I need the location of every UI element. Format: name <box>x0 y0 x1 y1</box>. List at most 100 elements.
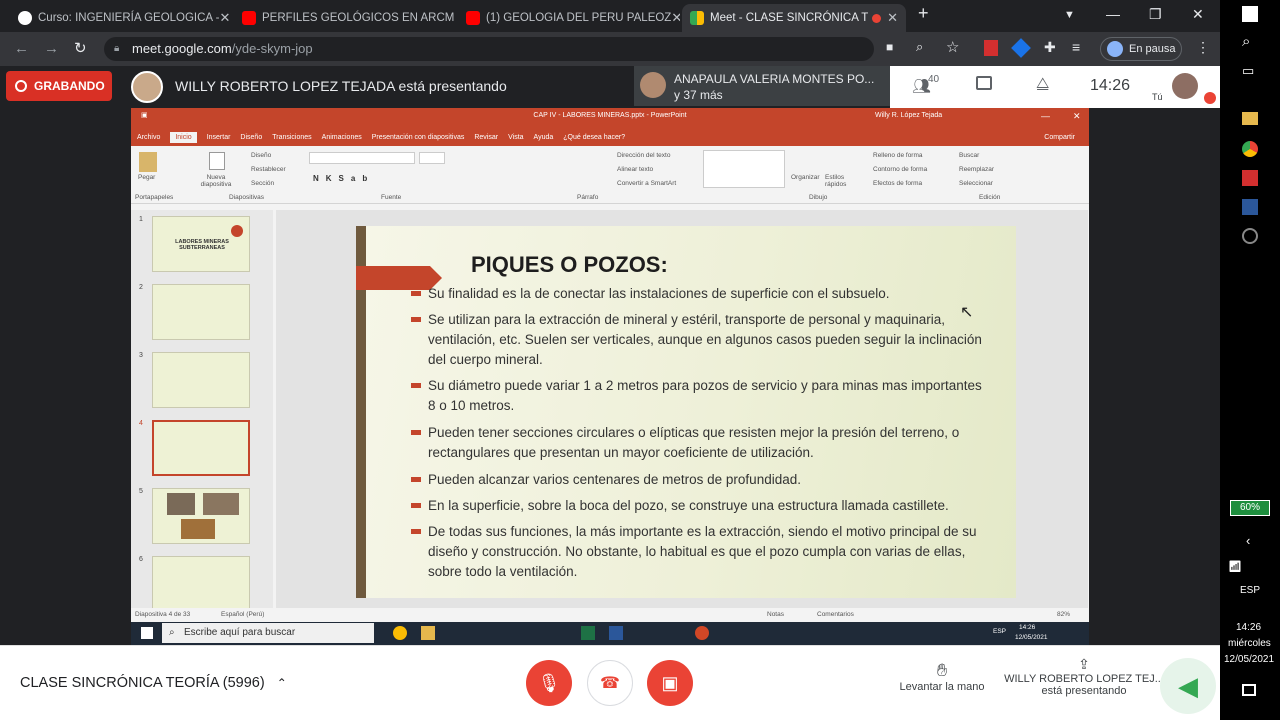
current-slide[interactable]: PIQUES O POZOS: Su finalidad es la de co… <box>356 226 1016 598</box>
new-tab-button[interactable]: + <box>918 3 929 24</box>
menu-diseno[interactable]: Diseño <box>240 134 262 141</box>
smartart-button[interactable]: Convertir a SmartArt <box>617 180 676 187</box>
chrome-icon[interactable] <box>393 626 407 640</box>
browser-tab[interactable]: PERFILES GEOLÓGICOS EN ARCM ✕ <box>234 4 456 32</box>
search-icon[interactable]: ⌕ <box>1242 33 1250 50</box>
close-icon[interactable]: ✕ <box>220 10 231 26</box>
pdf-reader-icon[interactable] <box>1242 170 1258 186</box>
task-view-icon[interactable]: ▭ <box>1242 63 1254 79</box>
comments-button[interactable]: Comentarios <box>817 611 854 618</box>
minimize-button[interactable]: — <box>1041 108 1050 124</box>
profile-button[interactable]: En pausa <box>1100 37 1182 61</box>
browser-tab[interactable]: Curso: INGENIERÍA GEOLOGICA - ✕ <box>10 4 232 32</box>
new-slide-label[interactable]: Nueva diapositiva <box>191 174 241 188</box>
tray-language[interactable]: ESP <box>1240 585 1260 596</box>
excel-icon[interactable] <box>581 626 595 640</box>
restore-button[interactable]: ❐ <box>1149 6 1162 23</box>
menu-animaciones[interactable]: Animaciones <box>322 134 362 141</box>
word-icon[interactable] <box>609 626 623 640</box>
menu-ayuda[interactable]: Ayuda <box>534 134 554 141</box>
slide-thumbnail[interactable]: LABORES MINERAS SUBTERRANEAS <box>152 216 250 272</box>
notification-center-icon[interactable] <box>1242 684 1256 696</box>
extension-icon[interactable] <box>1011 38 1031 58</box>
bookmark-star-icon[interactable]: ☆ <box>946 38 959 56</box>
slide-thumbnail[interactable] <box>152 352 250 408</box>
folder-icon[interactable] <box>421 626 435 640</box>
back-arrow-icon[interactable]: ← <box>14 40 29 57</box>
menu-insertar[interactable]: Insertar <box>207 134 231 141</box>
font-name-select[interactable] <box>309 152 415 164</box>
raise-hand-button[interactable]: ✋︎ Levantar la mano <box>890 660 994 693</box>
share-button[interactable]: Compartir <box>1044 134 1075 141</box>
chrome-icon[interactable] <box>1242 141 1258 157</box>
align-text-button[interactable]: Alinear texto <box>617 166 653 173</box>
close-window-button[interactable]: ✕ <box>1192 6 1204 23</box>
quick-styles-button[interactable]: Estilos rápidos <box>825 174 859 188</box>
menu-dots-icon[interactable]: ⋮ <box>1196 39 1210 56</box>
participant-notification[interactable]: ANAPAULA VALERIA MONTES PO... y 37 más <box>634 66 890 106</box>
menu-transiciones[interactable]: Transiciones <box>272 134 311 141</box>
media-control-icon[interactable]: ≡ <box>1072 39 1080 55</box>
menu-revisar[interactable]: Revisar <box>474 134 498 141</box>
save-icon[interactable]: ▣ <box>141 108 148 124</box>
app-icon[interactable] <box>1242 228 1258 244</box>
battery-indicator[interactable]: 60% <box>1230 500 1270 516</box>
camera-off-button[interactable]: ▣ <box>647 660 693 706</box>
arrange-button[interactable]: Organizar <box>791 174 820 181</box>
text-direction-button[interactable]: Dirección del texto <box>617 152 670 159</box>
replace-button[interactable]: Reemplazar <box>959 166 994 173</box>
close-icon[interactable]: ✕ <box>454 10 456 26</box>
close-icon[interactable]: ✕ <box>887 10 898 26</box>
menu-vista[interactable]: Vista <box>508 134 523 141</box>
leave-call-button[interactable]: ☎ <box>587 660 633 706</box>
slide-thumbnail-selected[interactable] <box>152 420 250 476</box>
microphone-off-button[interactable]: 🎙︎ <box>526 660 572 706</box>
tell-me-search[interactable]: ¿Qué desea hacer? <box>563 134 625 141</box>
chat-icon[interactable] <box>976 76 992 90</box>
slide-thumbnail[interactable] <box>152 488 250 544</box>
menu-inicio[interactable]: Inicio <box>170 131 197 143</box>
chevron-up-icon[interactable]: ‹ <box>1246 533 1250 548</box>
minimize-button[interactable]: — <box>1106 6 1120 22</box>
browser-tab-active[interactable]: Meet - CLASE SINCRÓNICA T ✕ <box>682 4 906 32</box>
activities-icon[interactable]: ⧋ <box>1036 75 1049 92</box>
font-format-buttons[interactable]: NKSab <box>313 174 374 183</box>
reload-icon[interactable]: ↻ <box>74 39 87 57</box>
paste-label[interactable]: Pegar <box>138 174 155 181</box>
menu-presentacion[interactable]: Presentación con diapositivas <box>372 134 465 141</box>
pdf-extension-icon[interactable] <box>984 40 998 56</box>
presenter-status[interactable]: ⇪ WILLY ROBERTO LOPEZ TEJ... está presen… <box>1002 656 1166 697</box>
slide-thumbnail[interactable] <box>152 284 250 340</box>
shape-fill-button[interactable]: Relleno de forma <box>873 152 923 159</box>
windows-start-icon[interactable] <box>141 627 153 639</box>
shapes-gallery[interactable] <box>703 150 785 188</box>
tab-search-icon[interactable]: ▼ <box>1064 9 1075 21</box>
notes-button[interactable]: Notas <box>767 611 784 618</box>
powerpoint-icon[interactable] <box>695 626 709 640</box>
chevron-up-icon[interactable]: ⌃ <box>277 676 287 690</box>
address-bar[interactable]: 🔒︎ meet.google.com/yde-skym-jop <box>104 37 874 61</box>
wifi-icon[interactable]: 📶︎ <box>1228 560 1242 573</box>
camera-icon[interactable]: ■ <box>886 40 893 54</box>
zoom-level[interactable]: 82% <box>1057 611 1070 618</box>
slide-thumbnail[interactable] <box>152 556 250 610</box>
menu-archivo[interactable]: Archivo <box>137 134 160 141</box>
taskbar-search[interactable]: ⌕ Escribe aquí para buscar <box>162 623 374 643</box>
layout-button[interactable]: Diseño <box>251 152 271 159</box>
paste-icon[interactable] <box>139 152 157 172</box>
find-button[interactable]: Buscar <box>959 152 979 159</box>
word-icon[interactable] <box>1242 199 1258 215</box>
zoom-icon[interactable]: ⌕ <box>916 39 923 55</box>
folder-icon[interactable] <box>1242 112 1258 125</box>
close-icon[interactable]: ✕ <box>671 10 680 26</box>
close-window-button[interactable]: ✕ <box>1073 108 1081 124</box>
windows-start-icon[interactable] <box>1242 6 1258 22</box>
new-slide-icon[interactable] <box>209 152 225 170</box>
send-arrow-button[interactable]: ◀ <box>1160 658 1216 714</box>
browser-tab[interactable]: (1) GEOLOGIA DEL PERU PALEOZ ✕ <box>458 4 680 32</box>
font-size-select[interactable] <box>419 152 445 164</box>
section-button[interactable]: Sección <box>251 180 274 187</box>
forward-arrow-icon[interactable]: → <box>44 40 59 57</box>
shape-effects-button[interactable]: Efectos de forma <box>873 180 922 187</box>
extensions-puzzle-icon[interactable]: ✚ <box>1044 39 1056 56</box>
